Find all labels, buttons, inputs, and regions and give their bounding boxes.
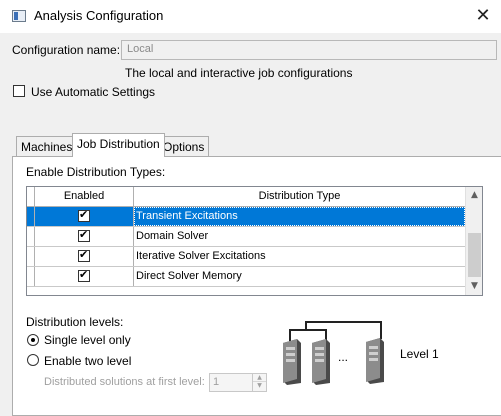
diagram-ellipsis: ... — [338, 350, 349, 364]
row-header[interactable] — [27, 207, 35, 226]
distribution-diagram: ... Level 1 — [276, 314, 445, 400]
distribution-types-grid[interactable]: Enabled Distribution Type Transient Exci… — [26, 186, 483, 296]
distribution-type-cell[interactable]: Domain Solver — [134, 227, 465, 246]
enabled-cell[interactable] — [35, 247, 134, 266]
column-header-distribution-type[interactable]: Distribution Type — [134, 187, 465, 207]
enabled-cell[interactable] — [35, 207, 134, 226]
tab-job-distribution[interactable]: Job Distribution — [72, 133, 165, 157]
row-header[interactable] — [27, 227, 35, 246]
enabled-checkbox[interactable] — [78, 208, 90, 222]
distribution-type-cell[interactable]: Direct Solver Memory — [134, 267, 465, 286]
row-header[interactable] — [27, 247, 35, 266]
column-header-enabled[interactable]: Enabled — [35, 187, 134, 207]
distribution-type-cell[interactable]: Transient Excitations — [134, 207, 465, 226]
chevron-down-icon[interactable]: ▼ — [253, 382, 266, 390]
stepper-buttons[interactable]: ▲ ▼ — [252, 374, 266, 391]
scrollbar-thumb[interactable] — [468, 233, 481, 277]
enabled-checkbox[interactable] — [78, 228, 90, 242]
tab-machines[interactable]: Machines — [16, 136, 78, 156]
use-automatic-settings-checkbox[interactable] — [13, 85, 25, 97]
chevron-up-icon[interactable]: ▲ — [253, 374, 266, 382]
first-level-solutions-value[interactable]: 1 — [213, 376, 219, 388]
grid-corner-cell — [27, 187, 35, 207]
table-row[interactable]: Domain Solver — [27, 227, 465, 247]
tab-options[interactable]: Options — [158, 136, 210, 156]
server-icon — [312, 339, 330, 385]
table-row[interactable]: Transient Excitations — [27, 207, 465, 227]
single-level-label[interactable]: Single level only — [44, 333, 131, 347]
grid-header: Enabled Distribution Type — [27, 187, 465, 207]
first-level-solutions-stepper[interactable]: 1 ▲ ▼ — [209, 373, 267, 392]
tab-options-label: Options — [163, 140, 205, 154]
distribution-type-cell[interactable]: Iterative Solver Excitations — [134, 247, 465, 266]
title-bar: Analysis Configuration ✕ — [0, 0, 501, 34]
scroll-up-icon[interactable]: ▲ — [466, 187, 483, 204]
tab-machines-label: Machines — [21, 140, 73, 154]
configuration-name-label: Configuration name: — [12, 43, 121, 57]
enabled-checkbox[interactable] — [78, 248, 90, 262]
enable-distribution-types-label: Enable Distribution Types: — [26, 165, 166, 179]
enabled-checkbox[interactable] — [78, 268, 90, 282]
server-icon — [283, 339, 301, 385]
table-row[interactable]: Iterative Solver Excitations — [27, 247, 465, 267]
grid-vertical-scrollbar[interactable]: ▲ ▼ — [465, 187, 482, 295]
row-header[interactable] — [27, 267, 35, 286]
use-automatic-settings-label[interactable]: Use Automatic Settings — [31, 85, 155, 99]
scroll-down-icon[interactable]: ▼ — [466, 278, 483, 295]
first-level-solutions-label: Distributed solutions at first level: — [44, 376, 205, 388]
enabled-cell[interactable] — [35, 267, 134, 286]
tab-job-distribution-label: Job Distribution — [77, 137, 160, 151]
configuration-name-field[interactable]: Local — [121, 40, 497, 60]
table-row[interactable]: Direct Solver Memory — [27, 267, 465, 287]
close-icon[interactable]: ✕ — [471, 4, 495, 28]
enabled-cell[interactable] — [35, 227, 134, 246]
two-level-label[interactable]: Enable two level — [44, 354, 131, 368]
server-icon — [366, 338, 384, 384]
distribution-levels-label: Distribution levels: — [26, 315, 124, 329]
two-level-radio[interactable] — [27, 354, 39, 366]
configuration-description: The local and interactive job configurat… — [125, 66, 353, 80]
window-title: Analysis Configuration — [34, 8, 164, 23]
app-window-icon — [12, 10, 26, 22]
single-level-radio[interactable] — [27, 334, 39, 346]
diagram-level-label: Level 1 — [400, 347, 439, 361]
